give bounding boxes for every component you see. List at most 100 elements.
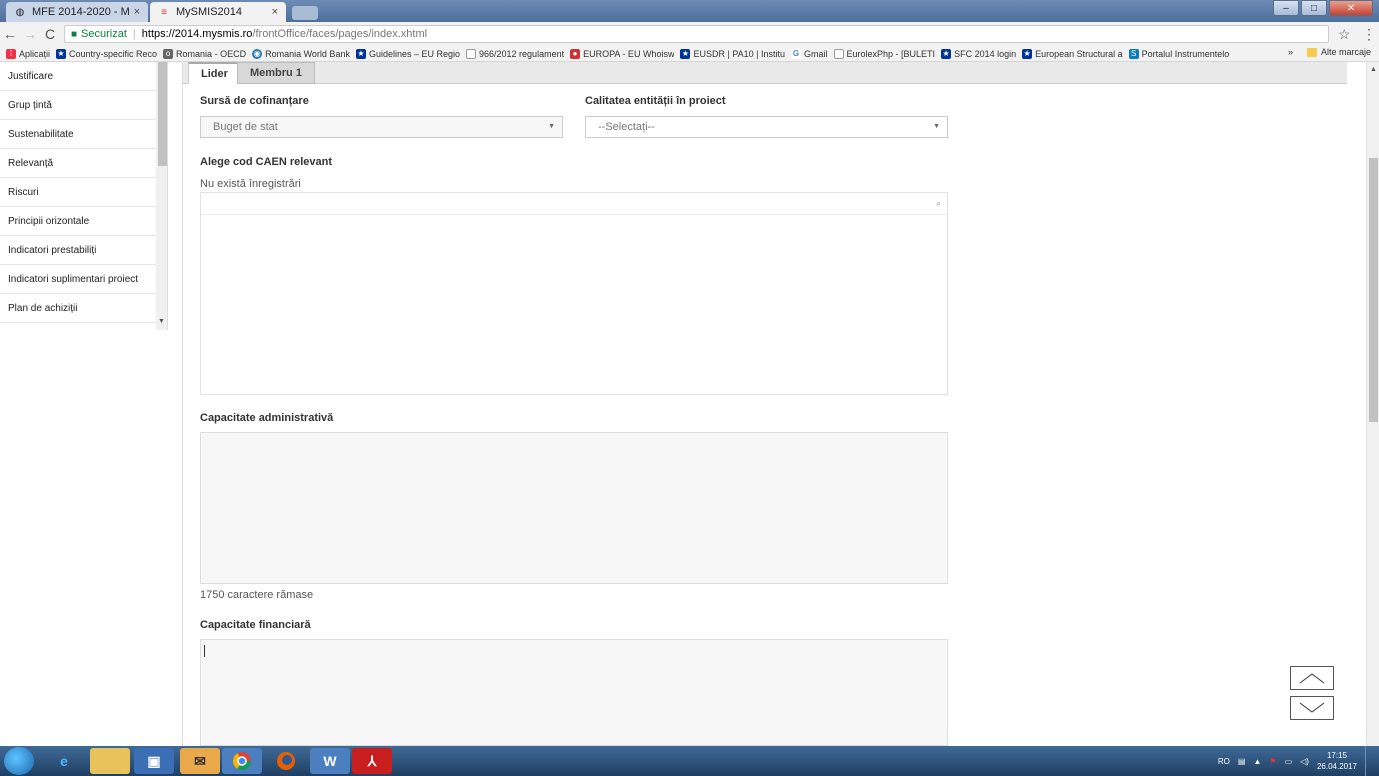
close-tab-icon[interactable]: × [272,6,278,18]
cap-admin-char-counter: 1750 caractere rămase [200,589,314,601]
bookmark-item[interactable]: ◉ Romania World Bank [252,48,350,59]
europa-icon: ● [570,48,581,59]
url-separator: | [132,28,136,40]
cofinantare-select[interactable]: Buget de stat ▼ [200,116,563,138]
forward-button[interactable]: → [20,26,40,42]
new-tab-button[interactable] [292,6,318,20]
internet-explorer-icon[interactable]: e [44,748,84,774]
eu-flag-icon: ★ [1022,48,1033,59]
caen-label: Alege cod CAEN relevant [200,156,333,168]
bookmark-item[interactable]: G Gmail [791,48,828,59]
maximize-button[interactable]: □ [1301,0,1327,16]
show-hidden-icons-icon[interactable]: ▲ [1253,757,1261,766]
browser-tab-mfe[interactable]: ◍ MFE 2014-2020 - MySMI × [6,2,148,22]
worldbank-icon: ◉ [252,48,263,59]
bookmark-item[interactable]: EurolexPhp - [BULETI [833,48,936,59]
start-button[interactable] [4,747,34,775]
media-player-icon[interactable]: ▣ [134,748,174,774]
url-input[interactable]: ■ Securizat | https://2014.mysmis.ro /fr… [64,25,1329,43]
keyboard-icon[interactable]: ▤ [1238,757,1246,766]
bookmark-item[interactable]: ● EUROPA - EU Whoisw [570,48,675,59]
bookmark-star-icon[interactable]: ☆ [1338,26,1351,43]
bookmark-item[interactable]: ★ Country-specific Reco [56,48,157,59]
google-icon: G [791,48,801,59]
outlook-icon[interactable]: ✉ [180,748,220,774]
sidebar-item-indicatori-prestabiliti[interactable]: Indicatori prestabiliți [0,236,167,265]
mysmis-favicon-icon: ≡ [161,6,167,18]
sidebar-item-justificare[interactable]: Justificare [0,62,167,91]
bookmarks-bar: ⁞ Aplicații ★ Country-specific Reco o Roman… [0,46,1379,62]
tab-lider[interactable]: Lider [188,62,241,84]
sidebar-item-grup-tinta[interactable]: Grup țintă [0,91,167,120]
chrome-icon[interactable] [222,748,262,774]
minimize-button[interactable]: – [1273,0,1299,16]
calitatea-select[interactable]: --Selectați-- ▼ [585,116,948,138]
word-icon[interactable]: W [310,748,350,774]
volume-icon[interactable]: ◁) [1300,757,1309,766]
close-tab-icon[interactable]: × [134,6,140,18]
lock-icon: ■ [71,28,78,40]
scroll-to-top-button[interactable] [1290,666,1334,690]
browser-tab-mysmis[interactable]: ≡ MySMIS2014 × [150,2,286,22]
bookmark-item[interactable]: o Romania - OECD [163,48,247,59]
caen-empty-message: Nu există înregistrări [200,178,301,190]
bookmark-item[interactable]: 966/2012 regulament [466,48,564,59]
clock-date: 26.04.2017 [1316,762,1357,771]
file-explorer-icon[interactable] [90,748,130,774]
sidebar-nav: Justificare Grup țintă Sustenabilitate R… [0,62,168,330]
bookmark-item[interactable]: S Portalul Instrumentelo [1128,48,1229,59]
bookmark-label: European Structural a [1035,48,1123,59]
bookmark-item[interactable]: ★ EUSDR | PA10 | Institu [680,48,785,59]
acrobat-icon[interactable]: ⅄ [352,748,392,774]
caen-search-input[interactable]: ⌕ [201,193,947,215]
bookmarks-more-button[interactable]: » [1288,47,1293,57]
chevron-up-icon [1299,673,1325,684]
page-scroll-thumb[interactable] [1369,158,1378,422]
bookmark-item[interactable]: ★ Guidelines – EU Regio [355,48,461,59]
scroll-down-arrow-icon[interactable]: ▼ [158,318,165,325]
reload-button[interactable]: C [40,26,60,42]
address-bar: ← → C ■ Securizat | https://2014.mysmis.… [0,22,1379,46]
sidebar-item-plan-achizitii[interactable]: Plan de achiziții [0,294,167,323]
firefox-icon[interactable] [266,748,306,774]
oecd-icon: o [163,48,174,59]
bookmark-item[interactable]: ★ SFC 2014 login [941,48,1016,59]
sidebar-item-sustenabilitate[interactable]: Sustenabilitate [0,120,167,149]
tab-label: MySMIS2014 [176,6,243,18]
sidebar-scroll-thumb[interactable] [158,62,167,166]
browser-menu-icon[interactable]: ⋮ [1362,26,1376,43]
cap-fin-textarea[interactable] [200,639,948,746]
clock[interactable]: 17:15 26.04.2017 [1317,750,1357,772]
network-icon[interactable]: ▭ [1285,757,1293,766]
sidebar-item-riscuri[interactable]: Riscuri [0,178,167,207]
scroll-to-bottom-button[interactable] [1290,696,1334,720]
eu-flag-icon: ★ [355,48,366,59]
bookmark-label: EurolexPhp - [BULETI [846,48,936,59]
bookmark-label: Romania World Bank [265,48,350,59]
scroll-up-arrow-icon[interactable]: ▲ [1370,66,1377,73]
cap-admin-textarea[interactable] [200,432,948,584]
chevron-down-icon [1299,702,1325,713]
caen-listbox[interactable]: ⌕ [200,192,948,395]
language-indicator[interactable]: RO [1218,757,1230,766]
back-button[interactable]: ← [0,26,20,42]
close-window-button[interactable]: ✕ [1329,0,1373,16]
bookmark-apps[interactable]: ⁞ Aplicații [6,48,50,59]
show-desktop-button[interactable] [1365,746,1373,776]
chevron-down-icon: ▼ [548,123,555,130]
bookmark-label: Guidelines – EU Regio [368,48,461,59]
sidebar-item-indicatori-suplimentari[interactable]: Indicatori suplimentari proiect [0,265,167,294]
calitatea-label: Calitatea entității în proiect [585,95,726,107]
sidebar-item-relevanta[interactable]: Relevanță [0,149,167,178]
bookmark-item[interactable]: ★ European Structural a [1022,48,1123,59]
action-center-icon[interactable]: ⚑ [1269,757,1276,766]
bookmark-label: Romania - OECD [176,48,247,59]
page-scrollbar[interactable]: ▲ [1366,62,1379,746]
sidebar-item-principii-orizontale[interactable]: Principii orizontale [0,207,167,236]
tab-membru-1[interactable]: Membru 1 [237,62,315,84]
chevron-down-icon: ▼ [933,123,940,130]
eu-flag-icon: ★ [56,48,67,59]
bookmark-label: EUROPA - EU Whoisw [583,48,675,59]
other-bookmarks-button[interactable]: Alte marcaje [1321,47,1371,57]
form-content: Lider Membru 1 Sursă de cofinanțare Buge… [183,62,1347,746]
